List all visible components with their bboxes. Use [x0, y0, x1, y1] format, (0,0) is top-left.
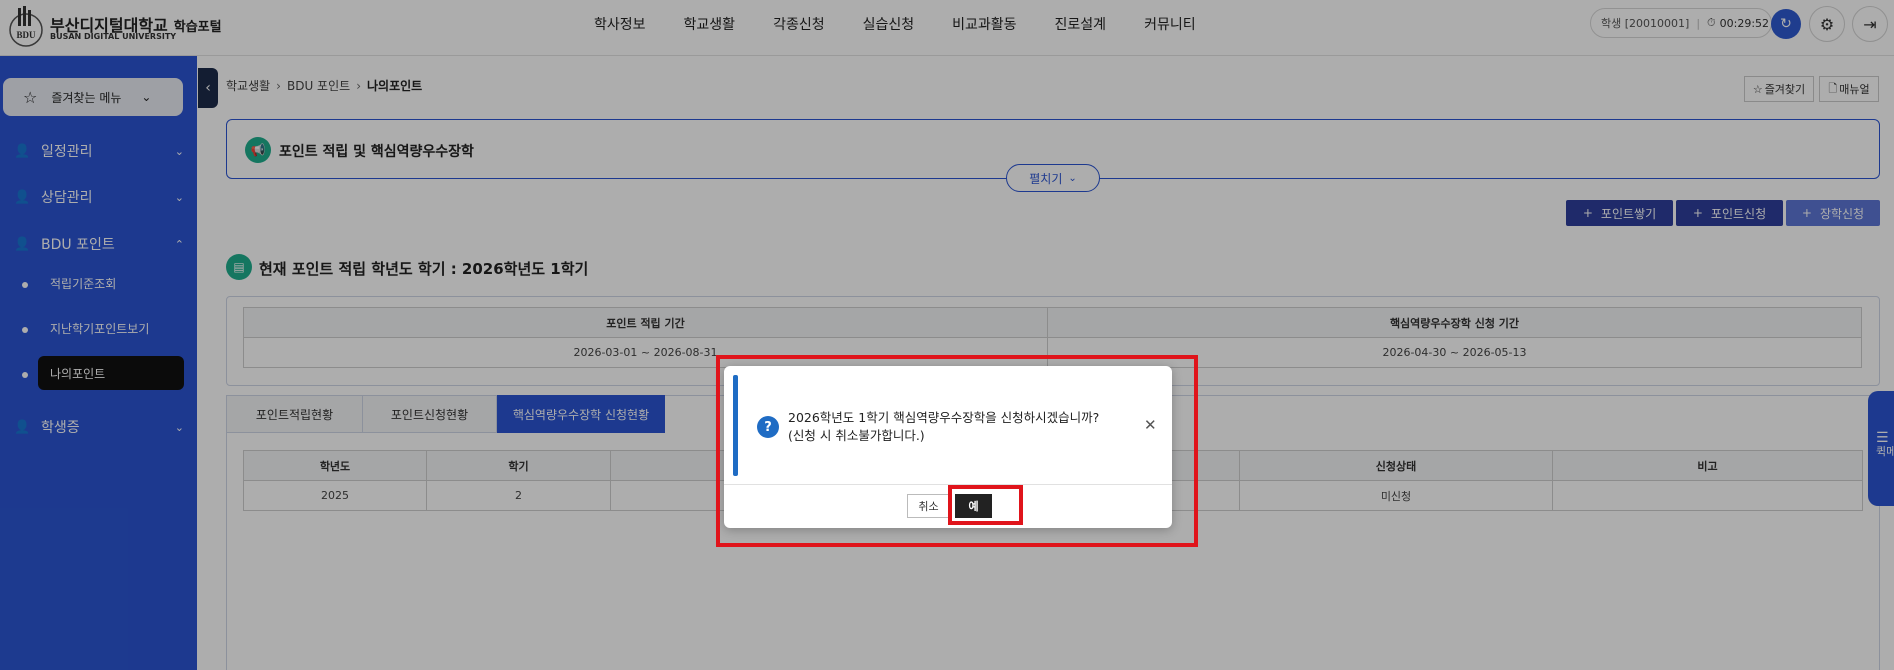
highlight-box-yes-button: [948, 485, 1023, 525]
modal-backdrop[interactable]: [0, 0, 1894, 670]
